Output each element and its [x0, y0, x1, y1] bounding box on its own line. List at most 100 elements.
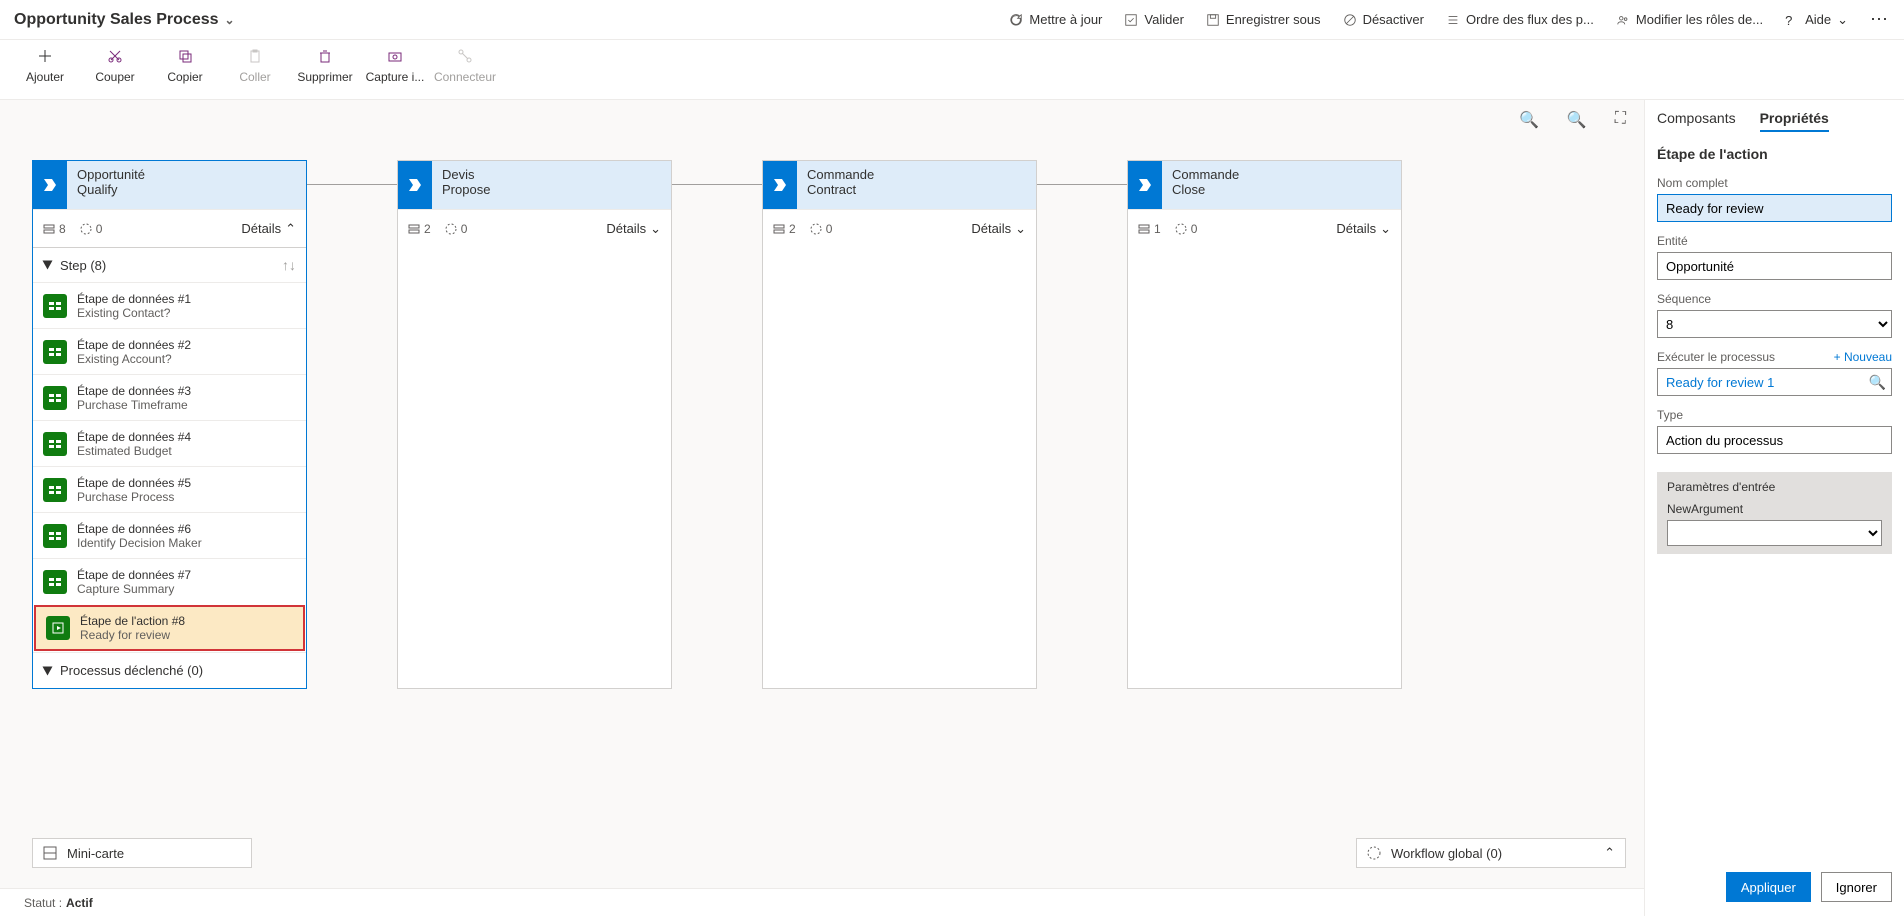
data-step-icon [43, 478, 67, 502]
order-button[interactable]: Ordre des flux des p... [1446, 12, 1594, 27]
zoom-in-icon[interactable]: 🔍 [1519, 110, 1539, 130]
tab-components[interactable]: Composants [1657, 110, 1736, 132]
entity-input[interactable] [1657, 252, 1892, 280]
branch-count: 0 [80, 222, 103, 236]
camera-icon [385, 46, 405, 66]
ignore-button[interactable]: Ignorer [1821, 872, 1892, 902]
zoom-out-icon[interactable]: 🔍 [1567, 110, 1587, 130]
step-count: 2 [408, 222, 431, 236]
data-step-icon [43, 294, 67, 318]
plus-icon [35, 46, 55, 66]
connector-button[interactable]: Connecteur [430, 46, 500, 84]
list-icon [1446, 13, 1460, 27]
panel-title: Étape de l'action [1657, 146, 1892, 162]
details-toggle[interactable]: Détails ⌃ [241, 221, 296, 237]
fit-icon[interactable]: ⛶ [1615, 110, 1626, 130]
validate-button[interactable]: Valider [1124, 12, 1184, 27]
stage-icon [33, 161, 67, 209]
collapse-icon[interactable] [43, 261, 53, 270]
param-label: NewArgument [1667, 502, 1882, 516]
step-row[interactable]: Étape de données #1Existing Contact? [33, 282, 306, 328]
stage-name: Qualify [77, 182, 296, 197]
check-icon [1124, 13, 1138, 27]
workflow-icon [1367, 846, 1381, 860]
scissors-icon [105, 46, 125, 66]
stage-entity: Commande [1172, 167, 1391, 182]
minimap-icon [43, 846, 57, 860]
stage-name: Contract [807, 182, 1026, 197]
step-row[interactable]: Étape de données #7Capture Summary [33, 558, 306, 604]
data-step-icon [43, 340, 67, 364]
sequence-select[interactable]: 8 [1657, 310, 1892, 338]
global-workflow-toggle[interactable]: Workflow global (0) ⌃ [1356, 838, 1626, 868]
refresh-icon [1009, 13, 1023, 27]
stage-contract[interactable]: Commande Contract 2 0 Détails ⌄ [762, 160, 1037, 689]
branch-count: 0 [445, 222, 468, 236]
tab-properties[interactable]: Propriétés [1760, 110, 1829, 132]
stage-propose[interactable]: Devis Propose 2 0 Détails ⌄ [397, 160, 672, 689]
param-select[interactable] [1667, 520, 1882, 546]
action-step-icon [46, 616, 70, 640]
save-icon [1206, 13, 1220, 27]
details-toggle[interactable]: Détails ⌄ [606, 221, 661, 237]
step-row[interactable]: Étape de données #4Estimated Budget [33, 420, 306, 466]
deactivate-icon [1343, 13, 1357, 27]
step-row[interactable]: Étape de données #2Existing Account? [33, 328, 306, 374]
trash-icon [315, 46, 335, 66]
apply-button[interactable]: Appliquer [1726, 872, 1811, 902]
triggered-process-row[interactable]: Processus déclenché (0) [33, 652, 306, 688]
process-canvas[interactable]: 🔍 🔍 ⛶ Opportunité Qualify [0, 100, 1644, 916]
reorder-arrows[interactable]: ↑↓ [282, 257, 296, 273]
stage-icon [398, 161, 432, 209]
step-row[interactable]: Étape de données #6Identify Decision Mak… [33, 512, 306, 558]
type-input[interactable] [1657, 426, 1892, 454]
copy-button[interactable]: Copier [150, 46, 220, 84]
step-row[interactable]: Étape de données #3Purchase Timeframe [33, 374, 306, 420]
step-count: 1 [1138, 222, 1161, 236]
chevron-down-icon[interactable]: ⌄ [225, 13, 235, 27]
stage-close[interactable]: Commande Close 1 0 Détails ⌄ [1127, 160, 1402, 689]
chevron-down-icon: ⌄ [1380, 221, 1391, 237]
stage-entity: Commande [807, 167, 1026, 182]
label-execute: Exécuter le processus [1657, 350, 1775, 364]
chevron-down-icon: ⌄ [650, 221, 661, 237]
paste-icon [245, 46, 265, 66]
details-toggle[interactable]: Détails ⌄ [1336, 221, 1391, 237]
display-name-input[interactable] [1657, 194, 1892, 222]
stage-qualify[interactable]: Opportunité Qualify 8 0 Détails ⌃ Step [32, 160, 307, 689]
step-row[interactable]: Étape de données #5Purchase Process [33, 466, 306, 512]
collapse-icon [43, 666, 53, 675]
more-button[interactable]: ⋯ [1870, 9, 1890, 30]
search-icon[interactable]: 🔍 [1869, 374, 1886, 391]
help-button[interactable]: ? Aide ⌄ [1785, 12, 1848, 28]
roles-button[interactable]: Modifier les rôles de... [1616, 12, 1763, 27]
add-button[interactable]: Ajouter [10, 46, 80, 84]
status-label: Statut : [24, 896, 62, 910]
save-as-button[interactable]: Enregistrer sous [1206, 12, 1321, 27]
chevron-up-icon: ⌃ [285, 221, 296, 237]
details-toggle[interactable]: Détails ⌄ [971, 221, 1026, 237]
stage-name: Propose [442, 182, 661, 197]
data-step-icon [43, 570, 67, 594]
paste-button[interactable]: Coller [220, 46, 290, 84]
refresh-button[interactable]: Mettre à jour [1009, 12, 1102, 27]
chevron-down-icon: ⌄ [1837, 12, 1848, 28]
steps-header: Step (8) [60, 258, 106, 273]
branch-count: 0 [810, 222, 833, 236]
copy-icon [175, 46, 195, 66]
step-count: 8 [43, 222, 66, 236]
cut-button[interactable]: Couper [80, 46, 150, 84]
step-row-selected[interactable]: Étape de l'action #8Ready for review [34, 605, 305, 651]
minimap-toggle[interactable]: Mini-carte [32, 838, 252, 868]
data-step-icon [43, 386, 67, 410]
delete-button[interactable]: Supprimer [290, 46, 360, 84]
data-step-icon [43, 432, 67, 456]
deactivate-button[interactable]: Désactiver [1343, 12, 1424, 27]
help-icon: ? [1785, 13, 1799, 27]
label-display-name: Nom complet [1657, 176, 1892, 190]
snapshot-button[interactable]: Capture i... [360, 46, 430, 84]
step-count: 2 [773, 222, 796, 236]
execute-process-input[interactable] [1657, 368, 1892, 396]
chevron-down-icon: ⌄ [1015, 221, 1026, 237]
new-process-link[interactable]: + Nouveau [1834, 350, 1892, 364]
